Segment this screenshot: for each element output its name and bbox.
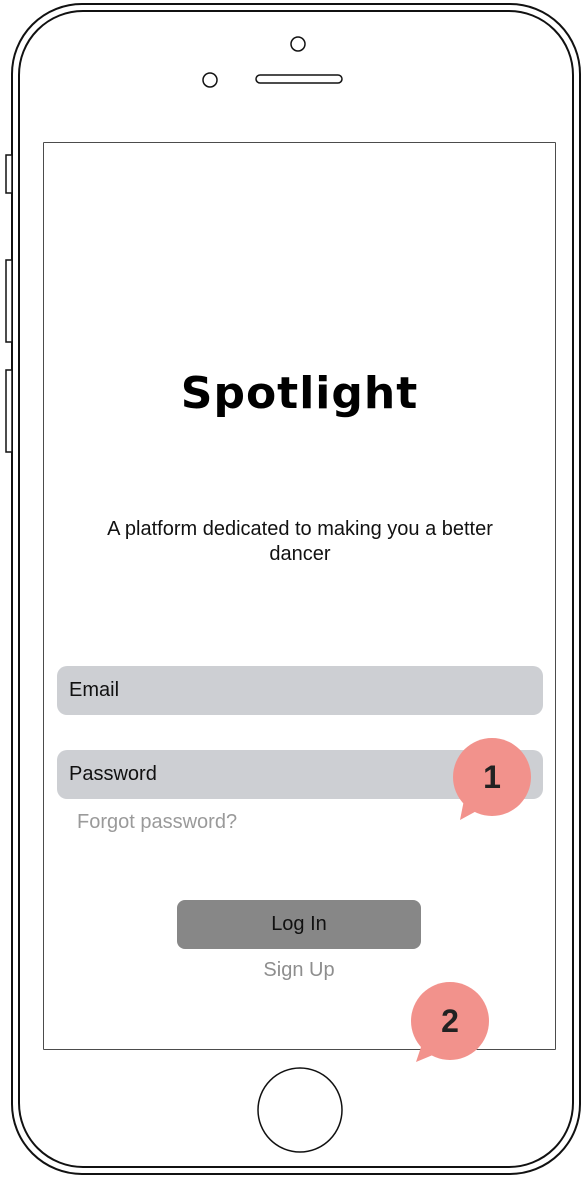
login-button[interactable]: Log In [177,900,421,949]
app-title: Spotlight [180,368,419,419]
password-placeholder: Password [69,763,157,785]
app-screen: Spotlight A platform dedicated to making… [44,143,555,1062]
email-placeholder: Email [69,679,120,701]
login-button-label: Log In [271,913,327,935]
email-field[interactable]: Email [57,666,543,715]
annotation-callout-1: 1 [452,738,536,822]
callout-number-2: 2 [441,1002,459,1039]
callout-number-1: 1 [483,758,501,795]
app-tagline: A platform dedicated to making you a bet… [107,518,493,565]
annotation-callout-2: 2 [410,982,494,1066]
phone-mockup: Spotlight A platform dedicated to making… [0,0,584,1177]
forgot-password-link[interactable]: Forgot password? [77,811,237,834]
signup-link[interactable]: Sign Up [177,959,421,982]
